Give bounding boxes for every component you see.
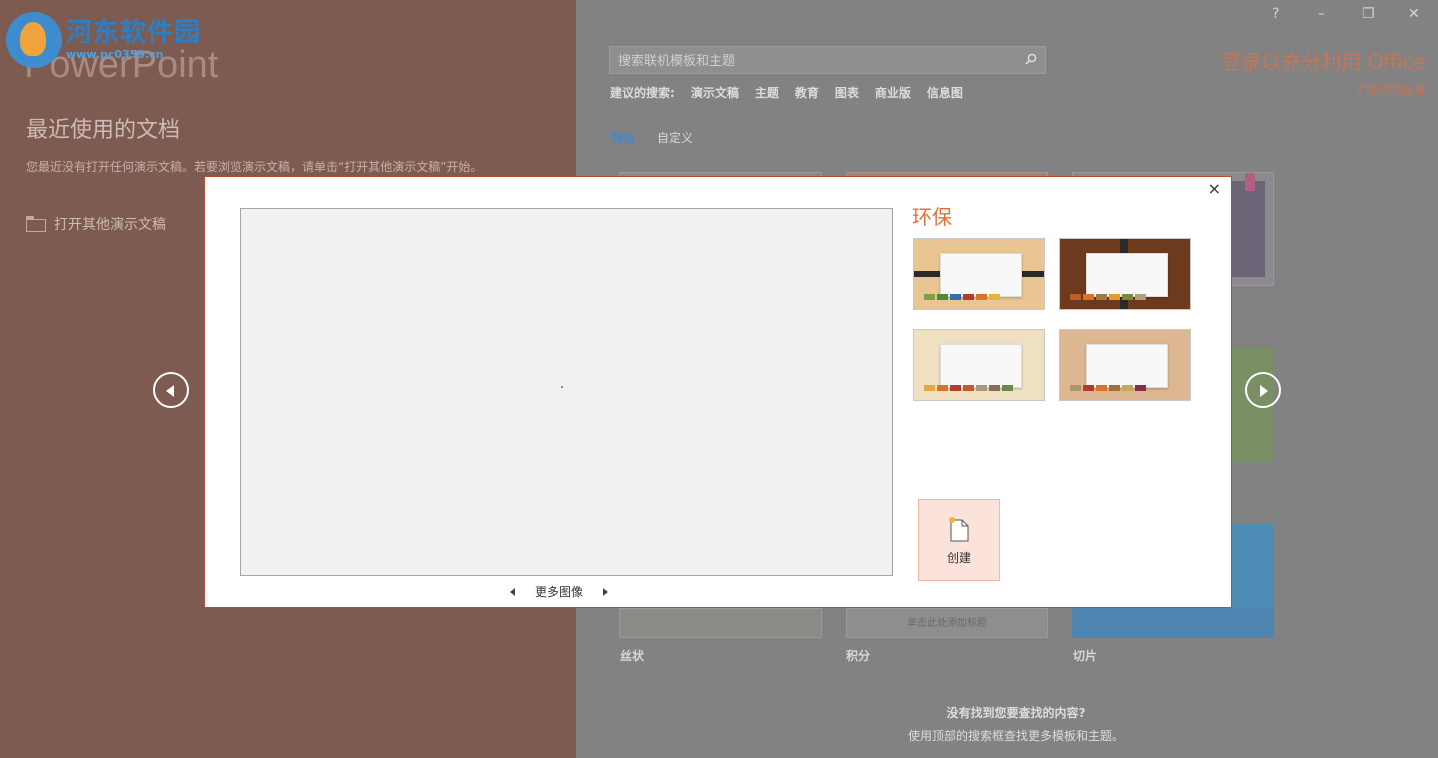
create-label: 创建: [946, 551, 971, 565]
suggested-search-item[interactable]: 教育: [795, 84, 819, 101]
loading-indicator: [561, 386, 563, 388]
template-thumb-text: 单击此处添加标题: [907, 618, 987, 629]
color-chip: [950, 294, 961, 300]
template-thumbnail-integral[interactable]: 单击此处添加标题: [846, 608, 1048, 638]
search-input[interactable]: [616, 47, 1020, 75]
suggested-search-item[interactable]: 商业版: [875, 84, 911, 101]
search-box: [609, 46, 1046, 75]
color-chip: [1083, 385, 1094, 391]
watermark-text: 河东软件园: [66, 18, 202, 48]
watermark-url: www.pc0359.cn: [66, 48, 164, 61]
template-thumbnail-filament[interactable]: [619, 608, 822, 638]
search-icon[interactable]: [1025, 53, 1037, 65]
color-chip: [1109, 385, 1120, 391]
minimize-button[interactable]: –: [1318, 6, 1325, 22]
variant-color-chips: [1070, 385, 1146, 391]
color-chip: [924, 294, 935, 300]
new-document-icon: [949, 517, 969, 542]
recent-docs-description: 您最近没有打开任何演示文稿。若要浏览演示文稿，请单击“打开其他演示文稿”开始。: [26, 160, 483, 174]
learn-more-link[interactable]: 了解详细信息: [1221, 81, 1426, 98]
color-chip: [989, 385, 1000, 391]
suggested-search-item[interactable]: 主题: [755, 84, 779, 101]
template-bookmark: [1245, 173, 1255, 191]
help-button[interactable]: ?: [1272, 6, 1279, 22]
template-label: 积分: [846, 649, 871, 663]
color-chip: [1122, 294, 1133, 300]
color-chip: [1083, 294, 1094, 300]
not-found-question: 没有找到您要查找的内容?: [946, 706, 1086, 720]
previous-image-icon[interactable]: [510, 587, 515, 596]
variant-card: [940, 344, 1022, 388]
signin-link[interactable]: 登录以充分利用 Office: [1221, 46, 1426, 75]
color-chip: [1096, 294, 1107, 300]
suggested-search-item[interactable]: 演示文稿: [691, 84, 739, 101]
recent-docs-title: 最近使用的文档: [26, 118, 181, 143]
folder-open-icon: [26, 216, 46, 232]
not-found-hint: 使用顶部的搜索框查找更多模板和主题。: [907, 729, 1124, 743]
color-chip: [1096, 385, 1107, 391]
template-label: 切片: [1073, 649, 1098, 663]
suggested-search-item[interactable]: 信息图: [927, 84, 963, 101]
more-images-control: 更多图像: [510, 583, 609, 600]
close-dialog-button[interactable]: ×: [1208, 179, 1221, 198]
suggested-searches: 建议的搜索: 演示文稿 主题 教育 图表 商业版 信息图: [610, 84, 963, 101]
restore-button[interactable]: ❐: [1362, 6, 1375, 22]
close-window-button[interactable]: ✕: [1408, 6, 1420, 22]
variant-card: [1086, 253, 1168, 297]
theme-name: 环保: [912, 205, 952, 229]
variant-card: [1086, 344, 1168, 388]
color-chip: [937, 294, 948, 300]
color-chip: [976, 294, 987, 300]
more-images-label: 更多图像: [535, 585, 584, 599]
color-chip: [950, 385, 961, 391]
suggested-search-item[interactable]: 图表: [835, 84, 859, 101]
color-chip: [937, 385, 948, 391]
next-template-button[interactable]: [1245, 372, 1281, 408]
color-chip: [1070, 294, 1081, 300]
color-chip: [1002, 385, 1013, 391]
color-chip: [924, 385, 935, 391]
open-other-label: 打开其他演示文稿: [54, 217, 166, 233]
variant-color-chips: [924, 385, 1013, 391]
color-chip: [989, 294, 1000, 300]
next-image-icon[interactable]: [603, 587, 609, 596]
variant-color-chips: [1070, 294, 1146, 300]
color-chip: [1109, 294, 1120, 300]
suggested-searches-label: 建议的搜索:: [610, 86, 675, 100]
open-other-presentations-button[interactable]: 打开其他演示文稿: [26, 214, 166, 234]
color-chip: [963, 385, 974, 391]
template-thumbnail-slice[interactable]: [1072, 608, 1274, 638]
watermark-logo-icon: [6, 12, 62, 68]
previous-template-button[interactable]: [153, 372, 189, 408]
color-chip: [1135, 385, 1146, 391]
theme-variant[interactable]: [1059, 329, 1191, 401]
tab-featured[interactable]: 特色: [611, 129, 635, 146]
template-preview-image: [240, 208, 893, 576]
color-chip: [1070, 385, 1081, 391]
template-label: 丝状: [620, 649, 645, 663]
color-chip: [963, 294, 974, 300]
theme-variant[interactable]: [913, 329, 1045, 401]
variant-card: [940, 253, 1022, 297]
color-chip: [976, 385, 987, 391]
template-preview-dialog: × 更多图像 环保 创建: [204, 176, 1232, 608]
color-chip: [1135, 294, 1146, 300]
theme-variant[interactable]: [913, 238, 1045, 310]
theme-variant[interactable]: [1059, 238, 1191, 310]
template-tabs: 特色 自定义: [611, 129, 693, 146]
tab-custom[interactable]: 自定义: [657, 129, 693, 146]
signin-area: 登录以充分利用 Office 了解详细信息: [1221, 46, 1426, 98]
create-button[interactable]: 创建: [918, 499, 1000, 581]
color-chip: [1122, 385, 1133, 391]
variant-color-chips: [924, 294, 1000, 300]
